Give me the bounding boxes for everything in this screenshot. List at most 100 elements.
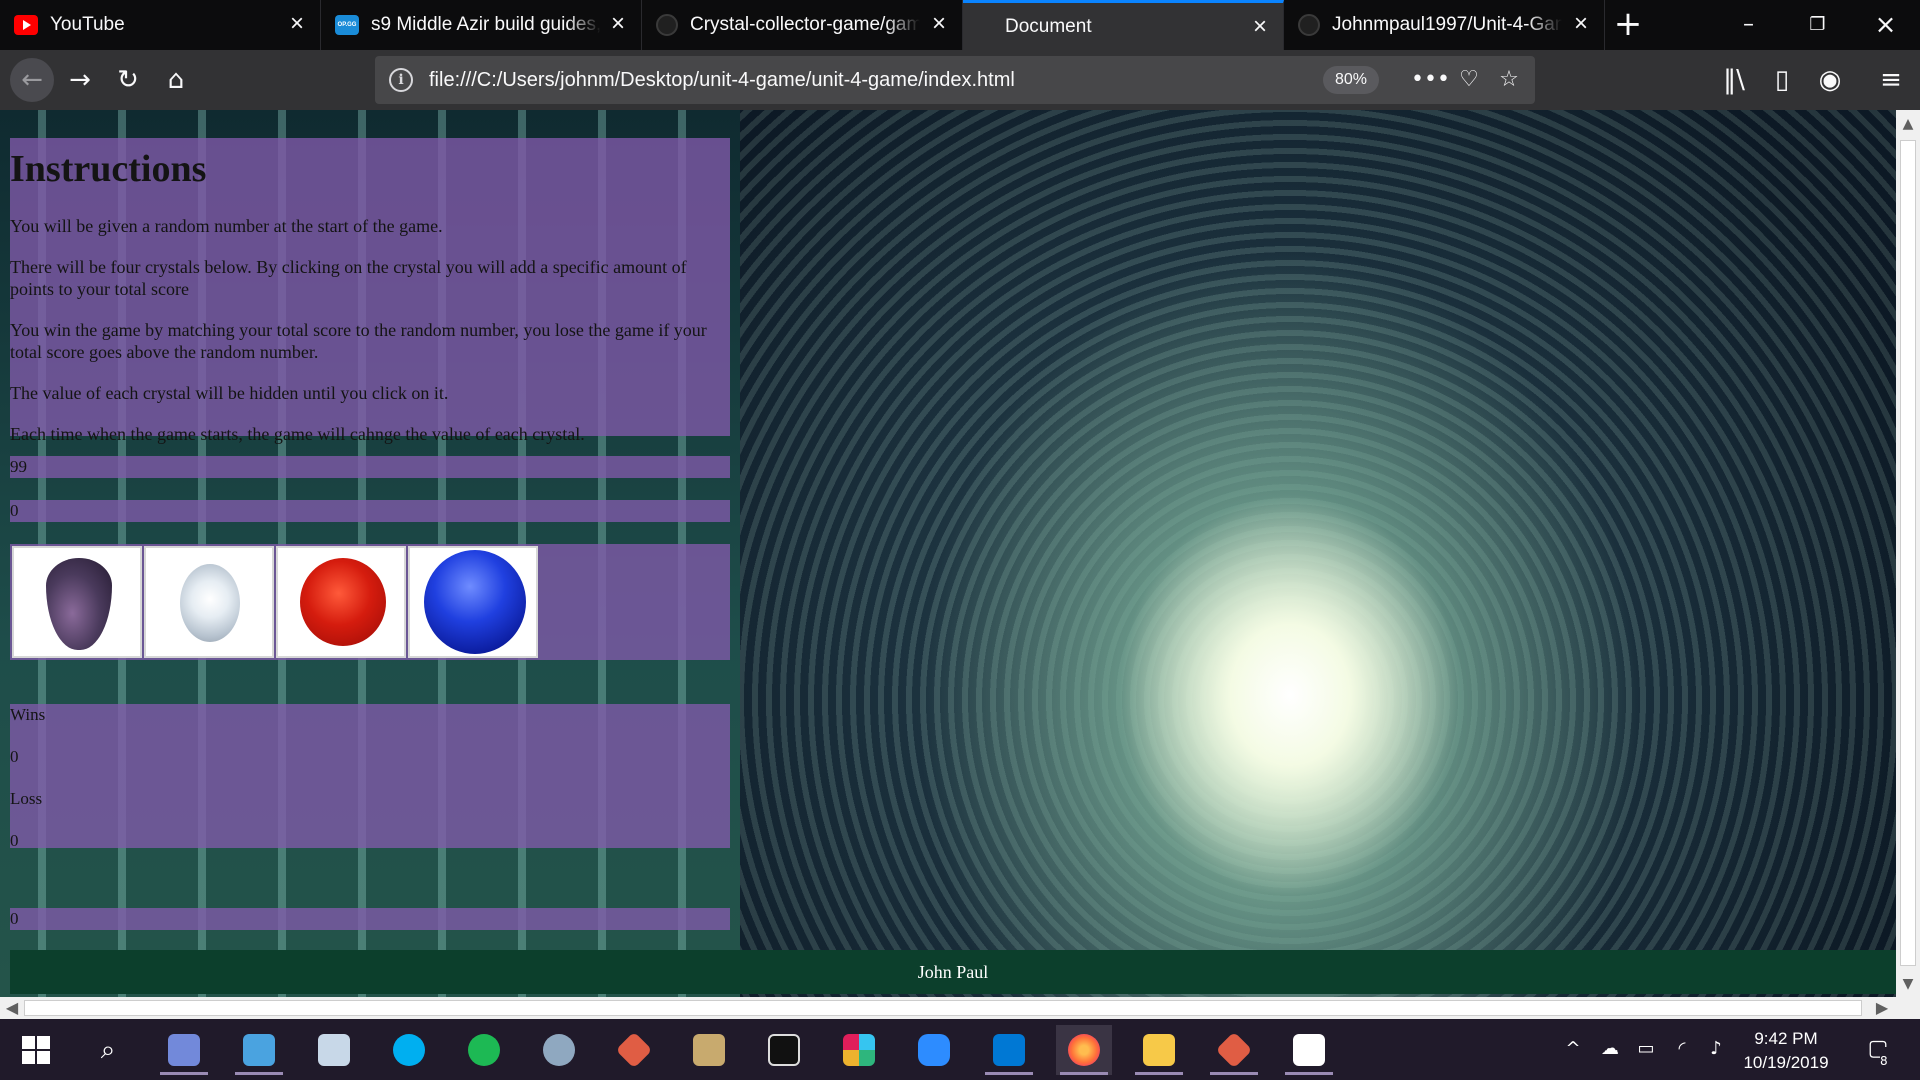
scroll-right-icon[interactable]: ▶ [1870, 997, 1894, 1019]
close-icon[interactable]: × [1570, 12, 1592, 36]
taskbar-file-explorer[interactable] [1131, 1025, 1187, 1075]
sidebar-icon[interactable]: ▯ [1762, 60, 1802, 100]
taskbar-photos[interactable] [1281, 1025, 1337, 1075]
taskbar-skype[interactable] [381, 1025, 437, 1075]
bookmark-star-icon[interactable]: ☆ [1493, 64, 1525, 96]
onedrive-icon[interactable]: ☁ [1596, 1035, 1624, 1063]
firefox-icon [1068, 1034, 1100, 1066]
url-bar[interactable]: i file:///C:/Users/johnm/Desktop/unit-4-… [375, 56, 1535, 104]
app-icon [318, 1034, 350, 1066]
windows-icon [22, 1036, 50, 1064]
taskbar-control-panel[interactable] [231, 1025, 287, 1075]
scroll-down-icon[interactable]: ▼ [1896, 972, 1920, 996]
vertical-scrollbar[interactable]: ▲ ▼ [1896, 110, 1920, 997]
close-icon[interactable]: × [607, 12, 629, 36]
taskbar-globe[interactable] [531, 1025, 587, 1075]
tab-label: Johnmpaul1997/Unit-4-Game [1332, 14, 1562, 35]
close-icon[interactable]: × [286, 12, 308, 36]
zoom-level[interactable]: 80% [1323, 66, 1379, 94]
clock-time: 9:42 PM [1754, 1029, 1818, 1048]
instructions-panel: Instructions You will be given a random … [10, 138, 730, 444]
running-indicator [1060, 1072, 1108, 1075]
forward-icon[interactable]: → [60, 60, 100, 100]
scroll-up-icon[interactable]: ▲ [1896, 112, 1920, 136]
random-number: 99 [10, 456, 730, 478]
taskbar-league[interactable] [681, 1025, 737, 1075]
vscode-icon [993, 1034, 1025, 1066]
start-button[interactable] [8, 1025, 64, 1075]
minimize-icon[interactable]: – [1714, 0, 1783, 50]
taskbar-zoom[interactable] [906, 1025, 962, 1075]
clock[interactable]: 9:42 PM 10/19/2019 [1726, 1027, 1846, 1075]
tab-document[interactable]: Document × [963, 0, 1284, 50]
tab-github-unit4[interactable]: Johnmpaul1997/Unit-4-Game × [1284, 0, 1605, 50]
close-icon[interactable]: × [1249, 15, 1271, 39]
account-icon[interactable]: ◉ [1810, 60, 1850, 100]
op-gg-icon: OP.GG [335, 15, 359, 35]
url-text[interactable]: file:///C:/Users/johnm/Desktop/unit-4-ga… [429, 69, 1309, 92]
running-indicator [985, 1072, 1033, 1075]
instruction-text: The value of each crystal will be hidden… [10, 383, 449, 403]
taskbar-spotify[interactable] [456, 1025, 512, 1075]
taskbar-terminal[interactable] [756, 1025, 812, 1075]
page-viewport: Instructions You will be given a random … [0, 110, 1896, 997]
youtube-icon [14, 15, 38, 35]
skype-icon [393, 1034, 425, 1066]
instructions-title: Instructions [10, 148, 207, 190]
menu-icon[interactable]: ≡ [1871, 60, 1911, 100]
crystal-button-3[interactable] [276, 546, 406, 658]
tab-label: Document [1005, 15, 1092, 37]
instruction-text: Each time when the game starts, the game… [10, 424, 585, 444]
pocket-icon[interactable]: ♡ [1453, 64, 1485, 96]
stats-panel: Wins 0 Loss 0 [10, 704, 730, 850]
taskbar-app[interactable] [306, 1025, 362, 1075]
taskbar-firefox[interactable] [1056, 1025, 1112, 1075]
taskbar-discord[interactable] [156, 1025, 212, 1075]
crystal-button-2[interactable] [144, 546, 274, 658]
scroll-thumb[interactable] [1900, 140, 1916, 966]
window-close-icon[interactable]: × [1851, 0, 1920, 50]
taskbar-git[interactable] [606, 1025, 662, 1075]
library-icon[interactable]: ‖\ [1714, 60, 1754, 100]
close-icon[interactable]: × [928, 12, 950, 36]
horizontal-scrollbar[interactable]: ◀ ▶ [0, 997, 1920, 1019]
taskbar-vscode[interactable] [981, 1025, 1037, 1075]
taskbar-slack[interactable] [831, 1025, 887, 1075]
wins-label: Wins [10, 705, 46, 724]
tab-github-crystal[interactable]: Crystal-collector-game/game × [642, 0, 963, 50]
discord-icon [168, 1034, 200, 1066]
back-icon[interactable]: ← [10, 58, 54, 102]
search-button[interactable]: ⌕ [80, 1025, 136, 1075]
github-icon [656, 14, 678, 36]
scroll-thumb[interactable] [24, 1000, 1862, 1016]
wifi-icon[interactable]: ◜ [1668, 1035, 1696, 1063]
crystal-button-4[interactable] [408, 546, 538, 658]
tab-youtube[interactable]: YouTube × [0, 0, 321, 50]
ruby-gem-icon [300, 558, 386, 646]
restore-icon[interactable]: ❐ [1783, 0, 1852, 50]
running-indicator [1135, 1072, 1183, 1075]
info-icon[interactable]: i [389, 68, 413, 92]
battery-icon[interactable]: ▭ [1632, 1035, 1660, 1063]
git-icon [615, 1031, 653, 1069]
slack-icon [843, 1034, 875, 1066]
total-score: 0 [10, 500, 730, 522]
tab-label: Crystal-collector-game/game [690, 14, 920, 35]
chevron-up-icon[interactable]: ^ [1559, 1035, 1587, 1063]
reload-icon[interactable]: ↻ [108, 60, 148, 100]
tab-op-gg[interactable]: OP.GG s9 Middle Azir build guides, c × [321, 0, 642, 50]
instruction-text: There will be four crystals below. By cl… [10, 257, 687, 299]
running-indicator [160, 1072, 208, 1075]
instruction-text: You win the game by matching your total … [10, 320, 707, 362]
taskbar-git-kraken[interactable] [1206, 1025, 1262, 1075]
scroll-left-icon[interactable]: ◀ [0, 997, 24, 1019]
tab-label: YouTube [50, 14, 125, 35]
new-tab-button[interactable]: + [1605, 0, 1651, 50]
spotify-icon [468, 1034, 500, 1066]
home-icon[interactable]: ⌂ [156, 60, 196, 100]
more-actions-icon[interactable]: ••• [1411, 64, 1450, 96]
notification-center-icon[interactable]: ▢ 8 [1858, 1035, 1898, 1075]
crystal-panel [10, 544, 730, 660]
crystal-button-1[interactable] [12, 546, 142, 658]
notification-count: 8 [1880, 1047, 1888, 1075]
